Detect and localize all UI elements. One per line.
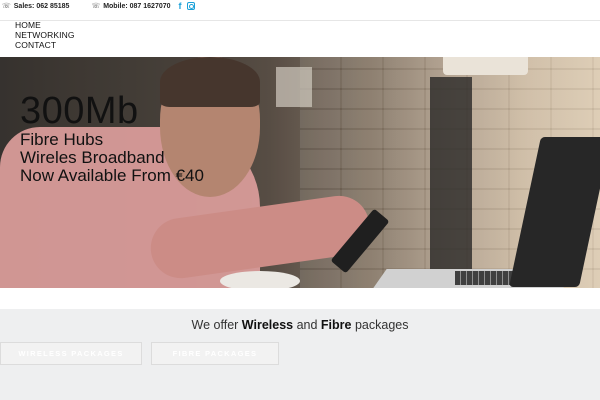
nav-item-networking[interactable]: NETWORKING — [15, 30, 75, 40]
main-navigation: HOME NETWORKING CONTACT — [15, 20, 75, 50]
offer-middle: and — [293, 318, 321, 332]
top-contact-bar: ☏ Sales: 062 85185 ☏ Mobile: 087 1627070… — [0, 0, 600, 12]
fibre-packages-button[interactable]: FIBRE PACKAGES — [151, 342, 279, 365]
header-divider — [0, 20, 600, 21]
hero-line-price: Now Available From €40 — [20, 166, 204, 185]
sales-contact[interactable]: ☏ Sales: 062 85185 — [2, 2, 70, 11]
sales-phone-text: Sales: 062 85185 — [13, 2, 70, 10]
offer-suffix: packages — [351, 318, 409, 332]
offer-wireless: Wireless — [241, 318, 294, 332]
nav-item-contact[interactable]: CONTACT — [15, 40, 75, 50]
mobile-phone-text: Mobile: 087 1627070 — [103, 2, 171, 10]
hero-headline: 300Mb — [20, 90, 139, 132]
offer-prefix: We offer — [191, 318, 242, 332]
hero-banner: 300Mb Fibre Hubs Wireles Broadband Now A… — [0, 57, 600, 288]
facebook-icon[interactable]: f — [179, 1, 182, 11]
phone-icon: ☏ — [2, 3, 11, 10]
hero-text: 300Mb Fibre Hubs Wireles Broadband Now A… — [20, 91, 204, 185]
offer-fibre: Fibre — [320, 318, 352, 332]
wireless-packages-button[interactable]: WIRELESS PACKAGES — [0, 342, 142, 365]
hero-line-wireless: Wireles Broadband — [20, 148, 165, 167]
offer-heading: We offer Wireless and Fibre packages — [0, 318, 600, 332]
phone-icon: ☏ — [91, 3, 101, 10]
offer-section: We offer Wireless and Fibre packages WIR… — [0, 309, 600, 400]
instagram-icon[interactable] — [186, 2, 195, 10]
mobile-contact[interactable]: ☏ Mobile: 087 1627070 — [91, 2, 171, 11]
hero-line-fibre: Fibre Hubs — [20, 130, 104, 149]
nav-item-home[interactable]: HOME — [15, 20, 75, 30]
social-links: f — [179, 1, 195, 11]
